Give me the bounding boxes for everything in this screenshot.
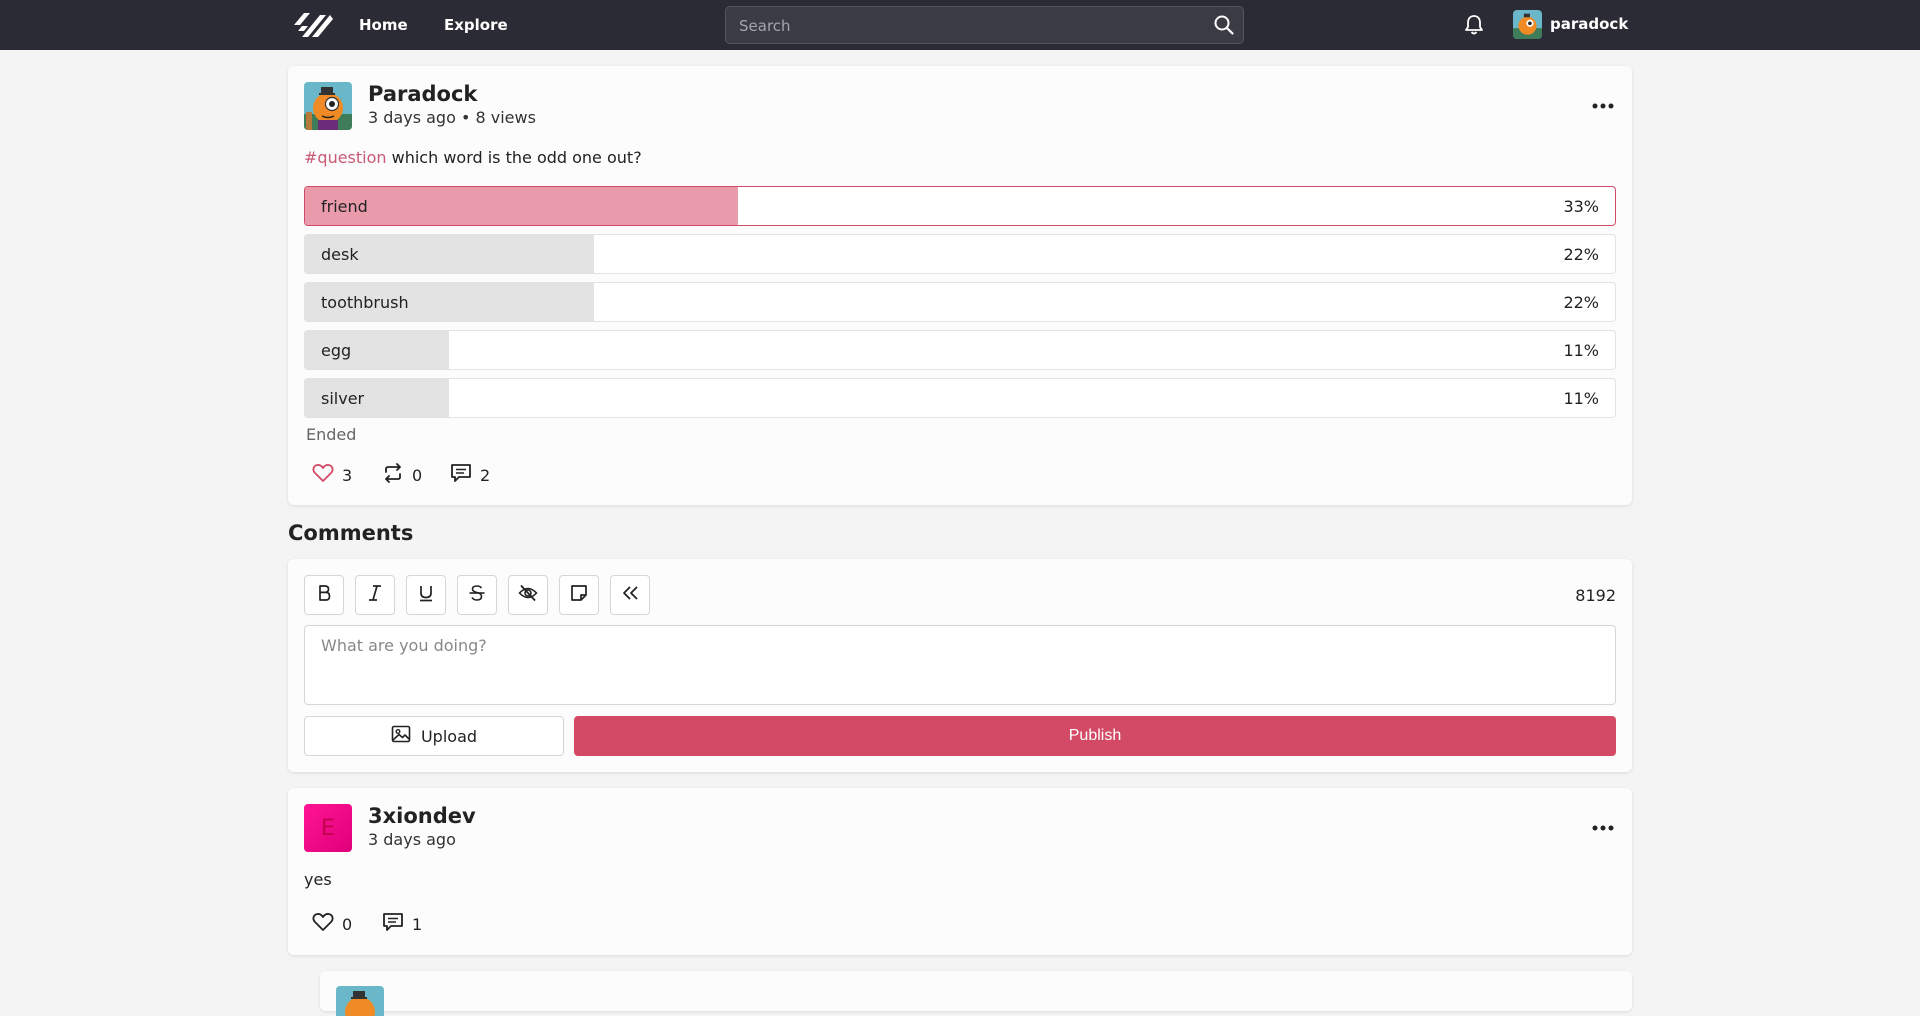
comment-textarea[interactable] xyxy=(304,625,1616,705)
comment-count: 2 xyxy=(480,465,491,485)
upload-button[interactable]: Upload xyxy=(304,716,564,756)
avatar-letter: E xyxy=(321,815,335,841)
bold-icon xyxy=(315,584,333,607)
search-input[interactable] xyxy=(739,15,1179,37)
poll-status: Ended xyxy=(306,425,357,444)
like-count: 3 xyxy=(342,465,353,485)
poll-option-label: egg xyxy=(321,341,352,360)
poll-option[interactable]: egg 11% xyxy=(304,330,1616,370)
post-text: #question which word is the odd one out? xyxy=(304,148,642,167)
strikethrough-icon xyxy=(468,584,486,607)
top-navbar: Home Explore paradock xyxy=(0,0,1920,50)
poll-option-bar xyxy=(305,187,738,225)
user-name[interactable]: paradock xyxy=(1550,15,1628,33)
character-counter: 8192 xyxy=(1575,586,1616,605)
double-chevron-left-icon xyxy=(621,584,639,607)
quote-button[interactable] xyxy=(610,575,650,615)
comment-icon xyxy=(382,912,404,936)
poll-option-percent: 22% xyxy=(1563,245,1599,264)
post-author-avatar[interactable] xyxy=(304,82,352,130)
poll-option-percent: 11% xyxy=(1563,341,1599,360)
upload-label: Upload xyxy=(420,726,478,746)
eye-off-icon xyxy=(518,584,538,607)
comment-like-button[interactable]: 0 xyxy=(312,912,352,936)
poll-option-percent: 11% xyxy=(1563,389,1599,408)
more-options-icon[interactable] xyxy=(1592,94,1614,114)
italic-icon xyxy=(366,584,384,607)
poll-option-percent: 33% xyxy=(1563,197,1599,216)
poll-option-label: silver xyxy=(321,389,365,408)
logo-icon[interactable] xyxy=(292,9,334,41)
poll-option[interactable]: friend 33% xyxy=(304,186,1616,226)
image-icon xyxy=(391,725,411,747)
comment-like-count: 0 xyxy=(342,914,353,934)
comment-text: yes xyxy=(304,870,332,889)
underline-button[interactable] xyxy=(406,575,446,615)
poll-option[interactable]: desk 22% xyxy=(304,234,1616,274)
reply-count: 1 xyxy=(412,914,423,934)
repost-button[interactable]: 0 xyxy=(382,463,422,487)
hashtag-link[interactable]: #question xyxy=(304,148,387,167)
poll-option-percent: 22% xyxy=(1563,293,1599,312)
heart-icon xyxy=(312,912,334,936)
post-body: which word is the odd one out? xyxy=(386,148,642,167)
publish-button[interactable]: Publish xyxy=(574,716,1616,756)
comment-editor: 8192 Upload Publish xyxy=(288,559,1632,772)
like-button[interactable]: 3 xyxy=(312,463,352,487)
heart-icon xyxy=(312,463,334,487)
comment-icon xyxy=(450,463,472,487)
post-meta: 3 days ago • 8 views xyxy=(368,108,536,127)
poll-option-label: toothbrush xyxy=(321,293,409,312)
comment-author-avatar[interactable]: E xyxy=(304,804,352,852)
search-icon[interactable] xyxy=(1214,15,1234,40)
poll-option-label: desk xyxy=(321,245,359,264)
comments-heading: Comments xyxy=(288,521,414,545)
strikethrough-button[interactable] xyxy=(457,575,497,615)
comment-card: E 3xiondev 3 days ago yes 0 1 xyxy=(288,788,1632,955)
repost-count: 0 xyxy=(412,465,423,485)
poll-option[interactable]: toothbrush 22% xyxy=(304,282,1616,322)
notifications-bell-icon[interactable] xyxy=(1463,14,1485,41)
italic-button[interactable] xyxy=(355,575,395,615)
reply-button[interactable]: 1 xyxy=(382,912,422,936)
reply-card xyxy=(320,971,1632,1016)
bold-button[interactable] xyxy=(304,575,344,615)
comment-author-name[interactable]: 3xiondev xyxy=(368,804,476,828)
sticky-note-icon xyxy=(570,584,588,607)
comment-meta: 3 days ago xyxy=(368,830,456,849)
poll-option-label: friend xyxy=(321,197,368,216)
post-author-name[interactable]: Paradock xyxy=(368,82,477,106)
search-box xyxy=(725,6,1244,44)
nav-home-link[interactable]: Home xyxy=(359,16,408,34)
underline-icon xyxy=(417,584,435,607)
user-avatar[interactable] xyxy=(1513,10,1542,39)
more-options-icon[interactable] xyxy=(1592,816,1614,836)
repost-icon xyxy=(382,463,404,487)
poll-option[interactable]: silver 11% xyxy=(304,378,1616,418)
reply-author-avatar[interactable] xyxy=(336,986,384,1016)
spoiler-button[interactable] xyxy=(508,575,548,615)
nav-explore-link[interactable]: Explore xyxy=(444,16,508,34)
comment-button[interactable]: 2 xyxy=(450,463,490,487)
sticky-note-button[interactable] xyxy=(559,575,599,615)
post-card: Paradock 3 days ago • 8 views #question … xyxy=(288,66,1632,505)
